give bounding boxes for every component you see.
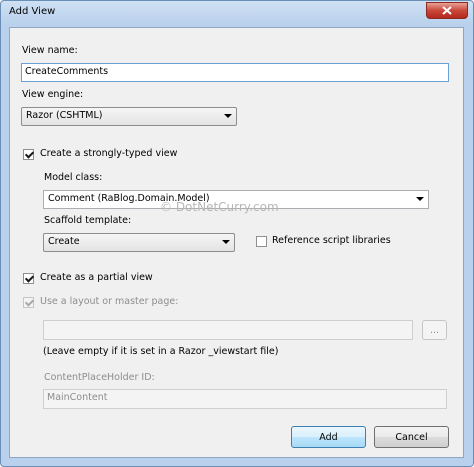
dialog-body: View name: CreateComments View engine: R…: [9, 27, 464, 458]
layout-path-input[interactable]: [43, 320, 413, 340]
partial-view-checkbox[interactable]: [23, 273, 34, 284]
scaffold-template-label: Scaffold template:: [44, 215, 132, 226]
placeholder-id-label: ContentPlaceHolder ID:: [44, 372, 155, 383]
leave-empty-note: (Leave empty if it is set in a Razor _vi…: [43, 346, 279, 357]
watermark: © DotNetCurry.com: [160, 200, 279, 214]
chevron-down-icon: [416, 197, 424, 201]
strongly-typed-label: Create a strongly-typed view: [40, 148, 178, 159]
cancel-button[interactable]: Cancel: [374, 426, 449, 448]
chevron-down-icon: [224, 114, 232, 118]
browse-layout-button[interactable]: ...: [422, 320, 447, 340]
view-engine-value: Razor (CSHTML): [26, 110, 103, 121]
scaffold-template-value: Create: [48, 236, 80, 247]
chevron-down-icon: [222, 240, 230, 244]
use-layout-checkbox[interactable]: [23, 297, 34, 308]
scaffold-template-select[interactable]: Create: [43, 233, 235, 252]
dialog-title: Add View: [9, 6, 56, 17]
placeholder-id-input[interactable]: MainContent: [43, 389, 447, 409]
use-layout-label: Use a layout or master page:: [40, 296, 179, 307]
strongly-typed-checkbox[interactable]: [23, 149, 34, 160]
partial-view-label: Create as a partial view: [40, 272, 153, 283]
model-class-label: Model class:: [44, 172, 103, 183]
view-name-label: View name:: [22, 45, 78, 56]
title-bar: Add View: [1, 1, 473, 25]
close-icon: [442, 6, 452, 15]
add-view-dialog: Add View View name: CreateComments View …: [0, 0, 474, 467]
view-name-input[interactable]: CreateComments: [21, 63, 449, 82]
view-engine-select[interactable]: Razor (CSHTML): [21, 107, 237, 126]
add-button[interactable]: Add: [291, 426, 366, 448]
reference-scripts-label: Reference script libraries: [272, 235, 391, 246]
reference-scripts-checkbox[interactable]: [256, 236, 267, 247]
close-button[interactable]: [426, 2, 468, 19]
view-engine-label: View engine:: [22, 89, 84, 100]
